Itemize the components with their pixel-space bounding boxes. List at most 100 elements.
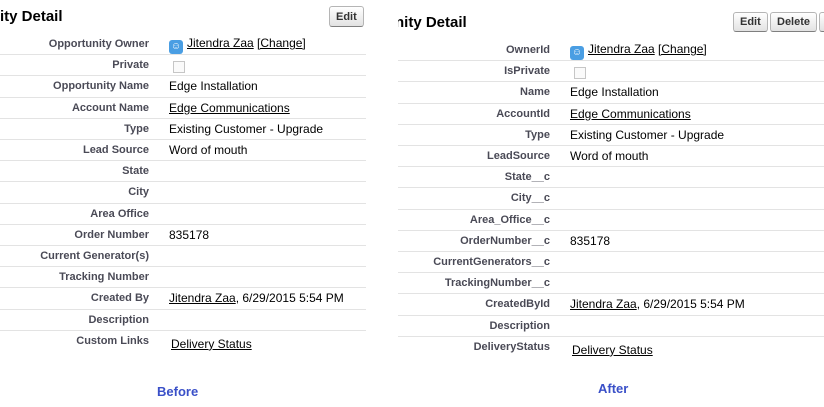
detail-row-name: Name Edge Installation — [398, 82, 824, 104]
field-label: Type — [124, 122, 149, 135]
detail-row-account-name: Account Name Edge Communications — [0, 98, 366, 119]
section-title: nity Detail — [398, 14, 467, 31]
detail-row-area-office: Area Office — [0, 204, 366, 225]
created-date: , 6/29/2015 5:54 PM — [235, 291, 344, 306]
field-label: Created By — [90, 292, 149, 305]
detail-row-description: Description — [0, 310, 366, 331]
created-by-value: Jitendra Zaa, 6/29/2015 5:54 PM — [169, 291, 344, 305]
edit-button[interactable]: Edit — [329, 6, 364, 27]
delete-button[interactable]: Delete — [770, 12, 818, 32]
owner-link[interactable]: Jitendra Zaa — [588, 42, 655, 56]
detail-row-trackingnumber-c: TrackingNumber__c — [398, 273, 824, 295]
detail-row-accountid: AccountId Edge Communications — [398, 104, 824, 125]
user-icon: ☺ — [169, 40, 183, 54]
detail-row-state: State — [0, 161, 366, 183]
private-checkbox[interactable] — [173, 61, 185, 74]
field-value: 835178 — [169, 227, 210, 242]
field-label: Lead Source — [82, 144, 149, 156]
detail-row-custom-links: Custom Links Delivery Status — [0, 331, 366, 351]
more-button[interactable] — [819, 12, 824, 32]
delivery-status-link[interactable]: Delivery Status — [171, 337, 252, 351]
detail-row-opportunity-owner: Opportunity Owner ☺ Jitendra Zaa [Change] — [0, 34, 366, 56]
detail-row-tracking-number: Tracking Number — [0, 267, 366, 289]
field-value: Edge Installation — [570, 85, 659, 100]
detail-row-leadsource: LeadSource Word of mouth — [398, 146, 824, 168]
change-owner-link[interactable]: [Change] — [658, 42, 707, 56]
field-label: LeadSource — [487, 150, 550, 162]
field-label: Name — [520, 86, 550, 99]
created-by-link[interactable]: Jitendra Zaa — [570, 297, 637, 311]
field-label: Order Number — [74, 228, 149, 241]
after-panel: nity Detail Edit Delete OwnerId ☺ Jitendra… — [398, 0, 824, 407]
detail-row-state-c: State__c — [398, 167, 824, 189]
detail-row-order-number: Order Number 835178 — [0, 225, 366, 246]
detail-row-description: Description — [398, 316, 824, 337]
detail-row-city: City — [0, 182, 366, 204]
detail-row-ownerid: OwnerId ☺ Jitendra Zaa [Change] — [398, 40, 824, 62]
field-label: TrackingNumber__c — [444, 277, 550, 290]
created-by-link[interactable]: Jitendra Zaa — [169, 291, 236, 305]
field-label: City__c — [510, 192, 550, 205]
field-value: 835178 — [570, 233, 611, 248]
field-label: AccountId — [496, 107, 550, 120]
section-title: ity Detail — [0, 8, 63, 25]
detail-row-lead-source: Lead Source Word of mouth — [0, 140, 366, 162]
field-label: CreatedById — [485, 298, 550, 311]
detail-row-type: Type Existing Customer - Upgrade — [0, 119, 366, 140]
detail-row-city-c: City__c — [398, 188, 824, 210]
field-label: Custom Links — [76, 334, 149, 347]
field-value: Word of mouth — [570, 149, 649, 163]
field-label: Area Office — [90, 207, 149, 220]
detail-row-deliverystatus: DeliveryStatus Delivery Status — [398, 337, 824, 357]
custom-links-value: Delivery Status — [171, 337, 252, 351]
account-link[interactable]: Edge Communications — [169, 101, 290, 115]
change-owner-link[interactable]: [Change] — [257, 36, 306, 50]
field-label: DeliveryStatus — [473, 340, 550, 353]
custom-links-value: Delivery Status — [572, 343, 653, 357]
owner-value: ☺ Jitendra Zaa [Change] — [570, 42, 707, 60]
field-label: OrderNumber__c — [460, 234, 550, 247]
field-label: IsPrivate — [504, 65, 550, 78]
detail-row-created-by: Created By Jitendra Zaa, 6/29/2015 5:54 P… — [0, 288, 366, 310]
delivery-status-link[interactable]: Delivery Status — [572, 343, 653, 357]
detail-row-type: Type Existing Customer - Upgrade — [398, 125, 824, 146]
before-caption: Before — [157, 384, 199, 399]
field-label: CurrentGenerators__c — [433, 256, 550, 268]
edit-button[interactable]: Edit — [733, 12, 768, 32]
field-label: Area_Office__c — [469, 213, 550, 226]
field-value: Existing Customer - Upgrade — [570, 127, 725, 142]
field-label: Type — [525, 128, 550, 141]
detail-row-opportunity-name: Opportunity Name Edge Installation — [0, 76, 366, 98]
field-label: OwnerId — [505, 44, 550, 56]
field-label: Current Generator(s) — [40, 250, 149, 262]
after-caption: After — [598, 381, 629, 396]
detail-row-currentgenerators-c: CurrentGenerators__c — [398, 252, 824, 274]
field-value: Existing Customer - Upgrade — [169, 121, 324, 136]
detail-row-private: Private — [0, 55, 366, 77]
field-value: Edge Communications — [570, 107, 691, 121]
user-icon: ☺ — [570, 46, 584, 60]
created-date: , 6/29/2015 5:54 PM — [636, 297, 745, 312]
field-value: Edge Installation — [169, 79, 258, 94]
owner-link[interactable]: Jitendra Zaa — [187, 36, 254, 50]
owner-value: ☺ Jitendra Zaa [Change] — [169, 36, 306, 54]
detail-row-createdbyid: CreatedById Jitendra Zaa, 6/29/2015 5:54 … — [398, 294, 824, 316]
field-label: Description — [88, 313, 149, 326]
field-value: Edge Communications — [169, 101, 290, 115]
field-label: State__c — [504, 171, 550, 184]
detail-row-ordernumber-c: OrderNumber__c 835178 — [398, 231, 824, 252]
field-label: Tracking Number — [59, 271, 149, 284]
private-checkbox[interactable] — [574, 67, 586, 80]
account-link[interactable]: Edge Communications — [570, 107, 691, 121]
field-value: Word of mouth — [169, 143, 248, 157]
detail-row-isprivate: IsPrivate — [398, 61, 824, 83]
field-label: Private — [112, 59, 149, 72]
field-label: Description — [489, 319, 550, 332]
field-label: State — [122, 165, 149, 178]
created-by-value: Jitendra Zaa, 6/29/2015 5:54 PM — [570, 297, 745, 311]
before-panel: ity Detail Edit Opportunity Owner ☺ Jitend… — [0, 0, 366, 407]
detail-row-current-generator-s: Current Generator(s) — [0, 246, 366, 268]
field-label: City — [128, 186, 149, 199]
field-label: Account Name — [71, 101, 149, 114]
field-label: Opportunity Name — [53, 80, 149, 93]
